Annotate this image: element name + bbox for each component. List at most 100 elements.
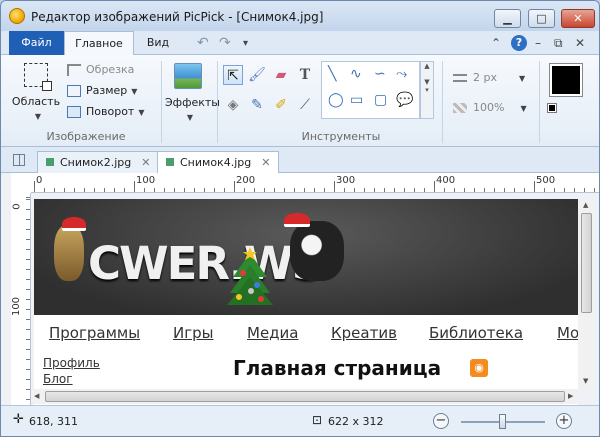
thumbnail-view-icon[interactable] bbox=[13, 154, 25, 166]
color-picker-icon[interactable]: ⟋ bbox=[295, 95, 315, 115]
highlighter-icon[interactable]: ✐ bbox=[271, 95, 291, 115]
text-tool-icon[interactable]: T bbox=[295, 65, 315, 85]
title-bar: Редактор изображений PicPick - [Снимок4.… bbox=[1, 1, 599, 31]
arrow-shape-icon[interactable]: ⤳ bbox=[396, 66, 407, 82]
menu-link[interactable]: Программы bbox=[49, 324, 140, 342]
tab-home[interactable]: Главное bbox=[64, 31, 134, 56]
minimize-button[interactable]: ▁ bbox=[494, 9, 521, 28]
menu-link[interactable]: Библиотека bbox=[429, 324, 523, 342]
menu-link[interactable]: Медиа bbox=[247, 324, 298, 342]
group-separator bbox=[161, 61, 162, 143]
primary-color-swatch[interactable] bbox=[549, 63, 583, 97]
rss-icon: ◉ bbox=[470, 359, 488, 377]
close-tab-icon[interactable]: ✕ bbox=[261, 156, 270, 169]
horizontal-ruler: 0 100 200 300 400 500 bbox=[31, 173, 599, 193]
doc-minimize-icon[interactable]: – bbox=[535, 36, 541, 50]
scroll-left-icon[interactable]: ◀ bbox=[34, 392, 39, 400]
edited-image[interactable]: CWER.WS Программы Игры Медиа Креатив Биб… bbox=[34, 199, 578, 409]
vertical-scroll-thumb[interactable] bbox=[581, 213, 592, 313]
maximize-button[interactable]: □ bbox=[528, 9, 555, 28]
line-width-dropdown[interactable]: 2 px ▼ bbox=[453, 71, 525, 84]
resize-button[interactable]: Размер ▼ bbox=[67, 84, 137, 97]
selection-tool-icon[interactable]: ⇱ bbox=[223, 65, 243, 85]
ruler-label: 400 bbox=[436, 175, 456, 186]
horizontal-scroll-thumb[interactable] bbox=[45, 391, 565, 402]
resize-icon bbox=[67, 85, 81, 97]
vertical-ruler: 0 100 bbox=[11, 193, 31, 405]
doc-restore-icon[interactable]: ⧉ bbox=[554, 36, 563, 51]
menu-link[interactable]: Креатив bbox=[331, 324, 397, 342]
rounded-rect-shape-icon[interactable]: ▢ bbox=[374, 92, 387, 108]
redo-icon[interactable]: ↷ bbox=[219, 35, 231, 51]
ruler-label: 500 bbox=[536, 175, 556, 186]
cursor-position: 618, 311 bbox=[29, 415, 78, 428]
crop-button[interactable]: Обрезка bbox=[67, 63, 134, 76]
line-width-icon bbox=[453, 74, 467, 82]
image-group-label: Изображение bbox=[46, 130, 126, 143]
fill-bucket-icon[interactable]: ◈ bbox=[223, 95, 243, 115]
zoom-in-button[interactable]: + bbox=[556, 413, 572, 429]
sidebar-link[interactable]: Профиль bbox=[43, 356, 100, 370]
sidebar-link[interactable]: Блог bbox=[43, 372, 73, 386]
zoom-slider-thumb[interactable] bbox=[499, 414, 506, 429]
tab-view[interactable]: Вид bbox=[138, 31, 178, 55]
crop-icon bbox=[67, 64, 81, 76]
window-title: Редактор изображений PicPick - [Снимок4.… bbox=[31, 10, 324, 24]
christmas-tree-icon bbox=[227, 247, 273, 305]
ruler-label: 100 bbox=[136, 175, 156, 186]
rectangle-shape-icon[interactable]: ▭ bbox=[350, 92, 363, 108]
menu-link[interactable]: Игры bbox=[173, 324, 213, 342]
close-button[interactable]: ✕ bbox=[561, 9, 595, 28]
shapes-gallery-scroll[interactable]: ▲ ▼ ▾ bbox=[420, 61, 434, 119]
ribbon-collapse-icon[interactable]: ⌃ bbox=[491, 36, 501, 50]
image-file-icon bbox=[166, 158, 174, 166]
line-shape-icon[interactable]: ╲ bbox=[328, 66, 336, 82]
ruler-label: 300 bbox=[336, 175, 356, 186]
scroll-up-icon[interactable]: ▲ bbox=[583, 201, 588, 209]
chevron-down-icon: ▼ bbox=[520, 104, 527, 113]
menu-link[interactable]: Мо bbox=[557, 324, 578, 342]
effects-button[interactable]: Эффекты ▼ bbox=[165, 63, 220, 122]
callout-shape-icon[interactable]: 💬 bbox=[396, 92, 413, 108]
brush-icon[interactable]: 🖌 bbox=[247, 65, 267, 85]
pencil-icon[interactable]: ✎ bbox=[247, 95, 267, 115]
picpick-window: Редактор изображений PicPick - [Снимок4.… bbox=[0, 0, 600, 437]
group-separator bbox=[217, 61, 218, 143]
ribbon-home: Область ▼ Обрезка Размер ▼ Поворот ▼ Изобр… bbox=[1, 55, 599, 147]
shapes-gallery: ╲ ∿ ∽ ⤳ ◯ ▭ ▢ 💬 bbox=[321, 61, 420, 119]
freeform-shape-icon[interactable]: ∽ bbox=[374, 66, 386, 82]
zoom-out-button[interactable]: − bbox=[433, 413, 449, 429]
select-area-button[interactable]: Область ▼ bbox=[11, 63, 61, 121]
selection-icon bbox=[24, 63, 52, 91]
opacity-icon bbox=[453, 103, 467, 113]
opacity-dropdown[interactable]: 100% ▼ bbox=[453, 101, 527, 114]
canvas-area[interactable]: 0 100 200 300 400 500 0 100 CWER.WS Прог… bbox=[1, 173, 599, 409]
image-file-icon bbox=[46, 158, 54, 166]
ruler-label: 0 bbox=[36, 175, 43, 186]
close-tab-icon[interactable]: ✕ bbox=[141, 156, 150, 169]
scroll-down-icon[interactable]: ▼ bbox=[583, 377, 588, 385]
undo-icon[interactable]: ↶ bbox=[197, 35, 209, 51]
picpick-app-icon[interactable] bbox=[9, 8, 25, 24]
doc-tab-snimok4[interactable]: Снимок4.jpg ✕ bbox=[157, 151, 280, 174]
curve-shape-icon[interactable]: ∿ bbox=[350, 66, 362, 82]
rotate-button[interactable]: Поворот ▼ bbox=[67, 105, 145, 118]
site-menu: Программы Игры Медиа Креатив Библиотека … bbox=[34, 315, 578, 349]
rotate-icon bbox=[67, 106, 81, 118]
document-tabs: Снимок2.jpg ✕ Снимок4.jpg ✕ bbox=[1, 148, 599, 174]
chevron-down-icon: ▼ bbox=[34, 112, 42, 121]
help-icon[interactable]: ? bbox=[511, 35, 527, 51]
tab-file[interactable]: Файл bbox=[9, 31, 64, 55]
ruler-label: 0 bbox=[11, 203, 23, 210]
eraser-icon[interactable]: ▰ bbox=[271, 65, 291, 85]
doc-close-icon[interactable]: ✕ bbox=[575, 36, 585, 50]
swap-colors-icon[interactable] bbox=[547, 103, 557, 113]
group-separator bbox=[442, 61, 443, 143]
ellipse-shape-icon[interactable]: ◯ bbox=[328, 92, 344, 108]
doc-tab-snimok2[interactable]: Снимок2.jpg ✕ bbox=[37, 151, 160, 173]
ruler-label: 200 bbox=[236, 175, 256, 186]
scroll-right-icon[interactable]: ▶ bbox=[568, 392, 573, 400]
vertical-scrollbar[interactable]: ▲ ▼ bbox=[579, 199, 594, 389]
horizontal-scrollbar[interactable]: ◀ ▶ bbox=[31, 389, 579, 404]
quick-access-menu-icon[interactable]: ▾ bbox=[243, 38, 248, 49]
